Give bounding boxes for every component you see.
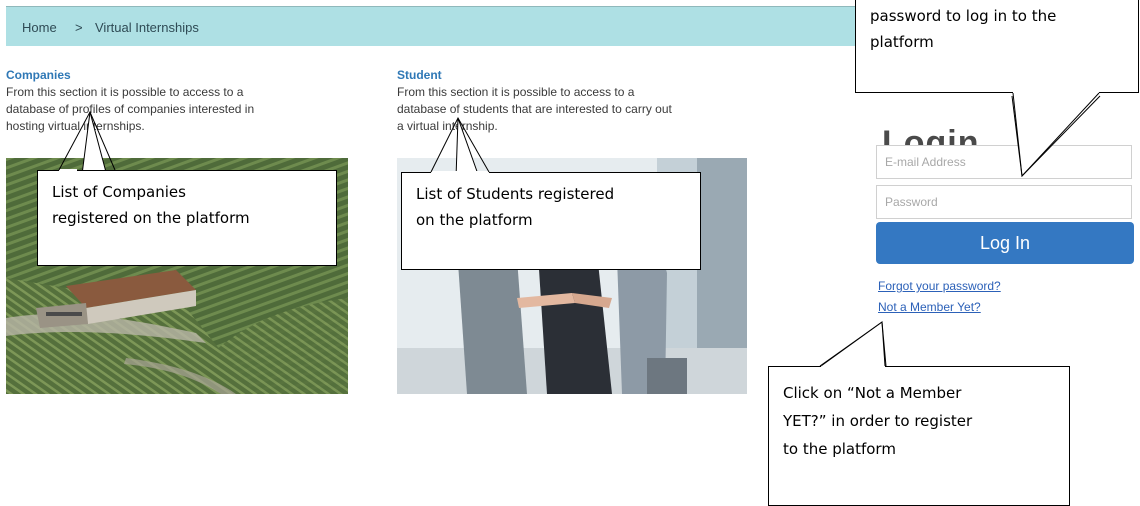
callout-pointer-joins [58, 92, 1100, 367]
